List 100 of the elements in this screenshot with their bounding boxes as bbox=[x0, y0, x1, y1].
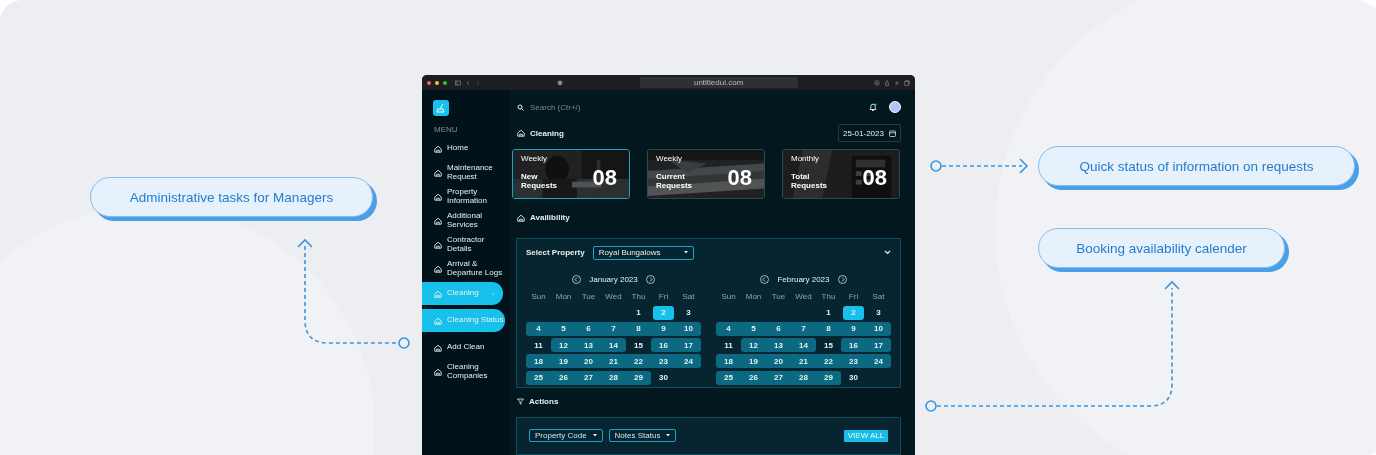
calendar-day[interactable]: 28 bbox=[791, 370, 816, 385]
sidebar-item[interactable]: Add Clean bbox=[422, 336, 503, 359]
sidebar-item[interactable]: Additional Services bbox=[422, 209, 503, 232]
calendar-day[interactable]: 13 bbox=[766, 338, 791, 353]
calendar-day[interactable]: 6 bbox=[766, 321, 791, 336]
calendar-day[interactable]: 7 bbox=[791, 321, 816, 336]
calendar-day[interactable]: 16 bbox=[841, 338, 866, 353]
calendar-day[interactable]: 11 bbox=[716, 338, 741, 353]
share-icon[interactable] bbox=[884, 79, 890, 86]
calendar-day[interactable]: 22 bbox=[626, 354, 651, 369]
calendar-day[interactable]: 14 bbox=[791, 338, 816, 353]
calendar-day[interactable]: 26 bbox=[551, 370, 576, 385]
calendar-day[interactable]: 11 bbox=[526, 338, 551, 353]
calendar-day[interactable]: 13 bbox=[576, 338, 601, 353]
calendar-day[interactable]: 4 bbox=[526, 321, 551, 336]
calendar-day[interactable]: 12 bbox=[741, 338, 766, 353]
calendar-day[interactable]: 19 bbox=[551, 354, 576, 369]
calendar-day[interactable]: 1 bbox=[626, 305, 651, 320]
calendar-day[interactable]: 5 bbox=[551, 321, 576, 336]
property-dropdown[interactable]: Royal Bungalows bbox=[592, 245, 694, 260]
calendar-day[interactable]: 30 bbox=[841, 370, 866, 385]
maximize-window-icon[interactable] bbox=[443, 80, 447, 85]
house-icon bbox=[434, 216, 442, 225]
calendar-day[interactable]: 1 bbox=[816, 305, 841, 320]
shield-icon[interactable] bbox=[557, 79, 564, 86]
calendar-day[interactable]: 29 bbox=[816, 370, 841, 385]
calendar-day[interactable]: 28 bbox=[601, 370, 626, 385]
sidebar-item[interactable]: Contractor Details bbox=[422, 233, 503, 256]
calendar-day[interactable]: 18 bbox=[716, 354, 741, 369]
period-label: Weekly bbox=[521, 154, 548, 164]
calendar-day[interactable]: 27 bbox=[576, 370, 601, 385]
caret-icon bbox=[666, 434, 671, 438]
calendar-day[interactable]: 20 bbox=[766, 354, 791, 369]
calendar-day[interactable]: 8 bbox=[626, 321, 651, 336]
calendar-day[interactable]: 15 bbox=[626, 338, 651, 353]
stat-card[interactable]: Weekly Current Requests 08 bbox=[647, 149, 765, 200]
calendar-day[interactable]: 16 bbox=[651, 338, 676, 353]
stat-label: New Requests bbox=[521, 173, 558, 191]
close-window-icon[interactable] bbox=[427, 80, 431, 85]
calendar-day[interactable]: 3 bbox=[866, 305, 891, 320]
stat-card[interactable]: Weekly New Requests 08 bbox=[512, 149, 630, 200]
calendar-day[interactable]: 20 bbox=[576, 354, 601, 369]
calendar-day[interactable]: 26 bbox=[741, 370, 766, 385]
weekday-label: Mon bbox=[744, 292, 763, 302]
calendar-day[interactable]: 4 bbox=[716, 321, 741, 336]
previous-month-icon[interactable] bbox=[760, 275, 770, 285]
sidebar-item[interactable]: Property Information bbox=[422, 185, 503, 208]
next-month-icon[interactable] bbox=[837, 275, 847, 285]
tabs-icon[interactable] bbox=[904, 79, 910, 86]
search-field[interactable]: Search (Ctr+/) bbox=[530, 102, 650, 112]
previous-month-icon[interactable] bbox=[572, 275, 582, 285]
calendar-day[interactable]: 3 bbox=[676, 305, 701, 320]
calendar-day[interactable]: 22 bbox=[816, 354, 841, 369]
calendar-day[interactable]: 5 bbox=[741, 321, 766, 336]
calendar-day[interactable]: 14 bbox=[601, 338, 626, 353]
date-field[interactable]: 25-01-2023 bbox=[838, 124, 901, 143]
calendar-day[interactable]: 10 bbox=[866, 321, 891, 336]
minimize-window-icon[interactable] bbox=[435, 80, 439, 85]
chevron-down-icon[interactable] bbox=[884, 250, 891, 256]
calendar-day[interactable]: 21 bbox=[791, 354, 816, 369]
bell-icon[interactable] bbox=[869, 102, 877, 112]
calendar-day[interactable]: 17 bbox=[866, 338, 891, 353]
calendar-day[interactable]: 19 bbox=[741, 354, 766, 369]
calendar-day[interactable]: 10 bbox=[676, 321, 701, 336]
calendar-day[interactable]: 7 bbox=[601, 321, 626, 336]
sidebar-item[interactable]: Cleaning Companies bbox=[422, 360, 503, 383]
calendar-day[interactable]: 9 bbox=[651, 321, 676, 336]
filter-dropdown[interactable]: Property Code bbox=[529, 429, 603, 443]
calendar-day[interactable]: 6 bbox=[576, 321, 601, 336]
back-icon[interactable] bbox=[465, 79, 471, 86]
calendar-day[interactable]: 15 bbox=[816, 338, 841, 353]
calendar-day[interactable]: 24 bbox=[866, 354, 891, 369]
download-icon[interactable] bbox=[874, 79, 880, 86]
calendar-day[interactable]: 17 bbox=[676, 338, 701, 353]
calendar-day[interactable]: 23 bbox=[841, 354, 866, 369]
calendar-day[interactable]: 24 bbox=[676, 354, 701, 369]
calendar-day[interactable]: 18 bbox=[526, 354, 551, 369]
calendar-day[interactable]: 23 bbox=[651, 354, 676, 369]
calendar-day[interactable]: 9 bbox=[841, 321, 866, 336]
filter-dropdown[interactable]: Notes Status bbox=[608, 429, 677, 443]
calendar-day[interactable]: 30 bbox=[651, 370, 676, 385]
avatar[interactable] bbox=[889, 101, 901, 114]
sidebar-item[interactable]: Arrival & Departure Logs bbox=[422, 257, 503, 280]
sidebar-toggle-icon[interactable] bbox=[455, 79, 461, 86]
sidebar-item[interactable]: Maintenance Request bbox=[422, 161, 503, 184]
address-bar[interactable]: untitledui.com bbox=[639, 77, 798, 88]
house-icon bbox=[434, 144, 442, 153]
calendar-day[interactable]: 8 bbox=[816, 321, 841, 336]
page-title: Cleaning bbox=[530, 128, 564, 138]
calendar-day[interactable]: 29 bbox=[626, 370, 651, 385]
calendar-day[interactable]: 27 bbox=[766, 370, 791, 385]
broom-icon bbox=[436, 103, 446, 113]
next-month-icon[interactable] bbox=[645, 275, 655, 285]
sidebar-item[interactable]: Home bbox=[422, 137, 503, 160]
calendar-day[interactable]: 21 bbox=[601, 354, 626, 369]
app-logo[interactable] bbox=[433, 100, 449, 116]
calendar-day[interactable]: 12 bbox=[551, 338, 576, 353]
calendar-day[interactable]: 25 bbox=[526, 370, 551, 385]
calendar-day[interactable]: 25 bbox=[716, 370, 741, 385]
stat-card[interactable]: Monthly Total Requests 08 bbox=[782, 149, 900, 200]
